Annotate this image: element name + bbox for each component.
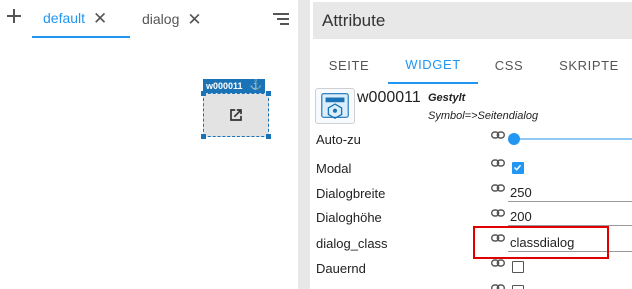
highlight-box bbox=[473, 226, 609, 259]
resize-handle[interactable] bbox=[266, 91, 271, 96]
tab-css[interactable]: CSS bbox=[484, 46, 534, 84]
dialogbreite-input[interactable]: 250 bbox=[510, 185, 532, 200]
tab-default-label: default bbox=[43, 10, 86, 26]
auto-zu-slider-thumb[interactable] bbox=[508, 133, 520, 145]
link-icon[interactable] bbox=[491, 183, 505, 193]
close-icon[interactable]: ✕ bbox=[187, 11, 201, 28]
dauernd-checkbox[interactable] bbox=[512, 261, 524, 273]
tab-default[interactable]: default ✕ bbox=[32, 0, 130, 38]
tab-dialog[interactable]: dialog ✕ bbox=[132, 0, 212, 38]
modal-checkbox[interactable] bbox=[512, 162, 524, 174]
auto-zu-slider-track[interactable] bbox=[514, 138, 632, 140]
dialog-widget-icon bbox=[321, 93, 349, 120]
styled-tag: Gestylt bbox=[428, 92, 466, 104]
row-label-dialog-class: dialog_class bbox=[316, 236, 388, 251]
row-label-modal: Modal bbox=[316, 161, 352, 176]
tab-skripte[interactable]: SKRIPTE bbox=[546, 46, 632, 84]
next-row-checkbox[interactable] bbox=[512, 285, 524, 289]
resize-handle[interactable] bbox=[201, 91, 206, 96]
row-label-auto-zu: Auto-zu bbox=[316, 132, 361, 147]
symbol-info: Symbol=>Seitendialog bbox=[428, 110, 539, 122]
close-icon[interactable]: ✕ bbox=[93, 10, 107, 27]
sort-menu-icon[interactable] bbox=[271, 13, 289, 25]
tab-seite[interactable]: SEITE bbox=[316, 46, 382, 84]
widget-type-icon bbox=[315, 88, 355, 124]
link-icon[interactable] bbox=[491, 158, 505, 168]
widget-id-text: w000011 bbox=[206, 81, 243, 91]
widget-id-label: w000011 ⚓ bbox=[203, 79, 265, 93]
resize-handle[interactable] bbox=[266, 134, 271, 139]
pane-divider[interactable] bbox=[298, 0, 310, 289]
link-icon[interactable] bbox=[491, 283, 505, 289]
resize-handle[interactable] bbox=[201, 134, 206, 139]
panel-title: Attribute bbox=[313, 2, 632, 39]
tab-dialog-label: dialog bbox=[142, 11, 180, 27]
add-tab-icon[interactable] bbox=[6, 8, 22, 24]
dialoghoehe-input[interactable]: 200 bbox=[510, 209, 532, 224]
open-in-new-icon bbox=[230, 109, 242, 121]
check-icon bbox=[513, 164, 522, 171]
link-icon[interactable] bbox=[491, 130, 505, 140]
link-icon[interactable] bbox=[491, 208, 505, 218]
attribute-panel: Attribute SEITE WIDGET CSS SKRIPTE w0000… bbox=[310, 0, 632, 289]
dialog-widget[interactable] bbox=[201, 91, 271, 139]
link-icon[interactable] bbox=[491, 258, 505, 268]
tab-widget[interactable]: WIDGET bbox=[388, 46, 478, 84]
row-label-dialogbreite: Dialogbreite bbox=[316, 186, 386, 201]
anchor-icon: ⚓ bbox=[249, 80, 262, 91]
row-label-dauernd: Dauernd bbox=[316, 261, 366, 276]
input-underline bbox=[508, 201, 632, 202]
row-label-dialoghoehe: Dialoghöhe bbox=[316, 210, 382, 225]
editor-pane: default ✕ dialog ✕ w000011 ⚓ bbox=[0, 0, 298, 289]
widget-id: w000011 bbox=[357, 89, 421, 106]
